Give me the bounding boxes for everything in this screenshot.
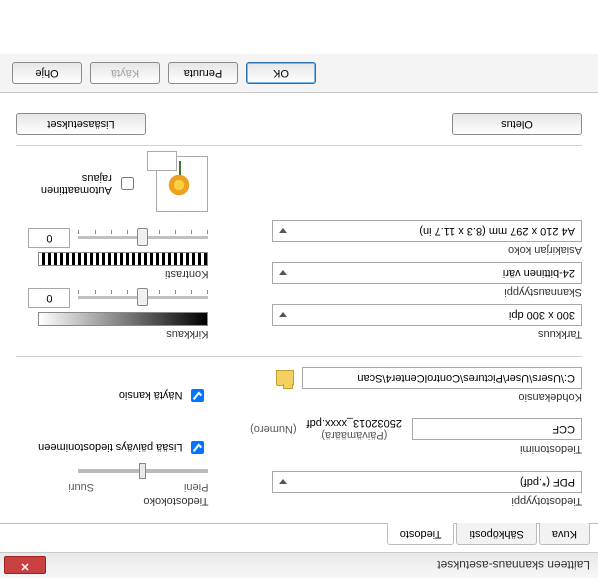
resolution-select[interactable]: 300 x 300 dpi (272, 304, 582, 326)
docsize-value: A4 210 x 297 mm (8.3 x 11.7 in) (419, 225, 575, 237)
window-title: Laitteen skannaus-asetukset (437, 559, 590, 573)
help-button[interactable]: Ohje (12, 62, 82, 84)
apply-button[interactable]: Käytä (90, 62, 160, 84)
filetype-label: Tiedostotyyppi (232, 495, 582, 507)
number-hint: (Numero) (250, 423, 296, 435)
default-button[interactable]: Oletus (452, 113, 582, 135)
scantype-select[interactable]: 24-bittinen väri (272, 262, 582, 284)
docsize-label: Asiakirjan koko (232, 244, 582, 256)
titlebar: Laitteen skannaus-asetukset ✕ (0, 552, 598, 578)
chevron-down-icon (279, 313, 287, 318)
tabs: Kuva Sähköposti Tiedosto (0, 523, 598, 552)
resolution-label: Tarkkuus (232, 328, 582, 340)
show-folder-checkbox[interactable] (191, 389, 204, 402)
chevron-down-icon (279, 229, 287, 234)
ok-button[interactable]: OK (246, 62, 316, 84)
chevron-down-icon (279, 480, 287, 485)
filesize-large: Suuri (68, 481, 94, 493)
cancel-button[interactable]: Peruuta (168, 62, 238, 84)
dialog-buttons: OK Peruuta Käytä Ohje (0, 54, 598, 93)
sample-filename: 25032013_xxxx.pdf (307, 417, 402, 429)
insert-date-checkbox[interactable] (191, 441, 204, 454)
tab-file[interactable]: Tiedosto (387, 523, 455, 545)
contrast-value[interactable]: 0 (28, 228, 70, 248)
autocrop-label: Automaattinen rajaus (16, 172, 112, 196)
date-hint: (Päivämäärä) (307, 429, 402, 441)
file-pane: Tiedostotyyppi PDF (*.pdf) Tiedostokoko … (0, 93, 598, 523)
resolution-value: 300 x 300 dpi (509, 309, 575, 321)
advanced-button[interactable]: Lisäasetukset (16, 113, 146, 135)
destfolder-input[interactable] (302, 367, 582, 389)
brightness-slider[interactable] (78, 290, 208, 306)
separator (16, 356, 582, 357)
autocrop-checkbox[interactable] (121, 178, 134, 191)
scantype-value: 24-bittinen väri (503, 267, 575, 279)
insert-date-label: Lisää päiväys tiedostonimeen (38, 442, 182, 454)
brightness-value[interactable]: 0 (28, 288, 70, 308)
tab-image[interactable]: Kuva (539, 523, 590, 545)
filesize-small: Pieni (184, 481, 208, 493)
close-button[interactable]: ✕ (4, 557, 46, 575)
filesize-slider[interactable] (78, 469, 208, 473)
scantype-label: Skannaustyyppi (232, 286, 582, 298)
contrast-gradient (38, 252, 208, 266)
filename-label: Tiedostonimi (232, 443, 582, 455)
show-folder-label: Näytä kansio (119, 390, 183, 402)
destfolder-label: Kohdekansio (232, 391, 582, 403)
filename-input[interactable] (412, 418, 582, 440)
filetype-select[interactable]: PDF (*.pdf) (272, 471, 582, 493)
contrast-label: Kontrasti (16, 268, 208, 280)
tab-email[interactable]: Sähköposti (456, 523, 536, 545)
contrast-slider[interactable] (78, 230, 208, 246)
brightness-gradient (38, 312, 208, 326)
brightness-label: Kirkkaus (16, 328, 208, 340)
chevron-down-icon (279, 271, 287, 276)
preview-thumbnail (156, 156, 209, 212)
browse-folder-icon[interactable] (276, 370, 294, 386)
filetype-value: PDF (*.pdf) (520, 476, 575, 488)
separator (16, 145, 582, 146)
filesize-label: Tiedostokoko (16, 495, 208, 507)
docsize-select[interactable]: A4 210 x 297 mm (8.3 x 11.7 in) (272, 220, 582, 242)
